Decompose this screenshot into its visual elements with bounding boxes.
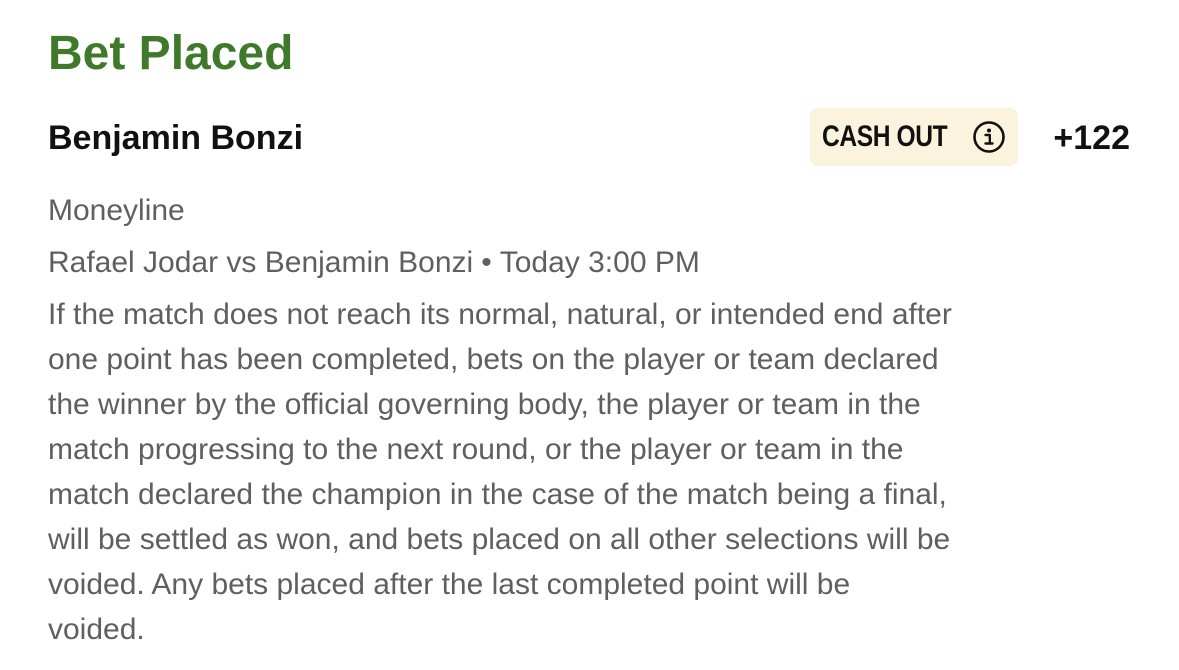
event-separator: • [481, 246, 492, 279]
rules-line: one point has been completed, bets on th… [48, 343, 939, 376]
rules-line: voided. Any bets placed after the last c… [48, 568, 851, 601]
selection-row: Benjamin Bonzi CASH OUT +122 [48, 108, 1130, 166]
rules-line: match progressing to the next round, or … [48, 433, 904, 466]
settlement-rules: If the match does not reach its normal, … [48, 292, 1148, 652]
event-info: Rafael Jodar vs Benjamin Bonzi • Today 3:0… [48, 245, 700, 281]
info-icon[interactable] [972, 120, 1006, 154]
bet-type: Moneyline [48, 194, 185, 227]
selection-name: Benjamin Bonzi [48, 119, 304, 157]
event-matchup: Rafael Jodar vs Benjamin Bonzi [48, 246, 474, 279]
cash-out-label: CASH OUT [822, 120, 948, 153]
rules-line: the winner by the official governing bod… [48, 388, 921, 421]
rules-line: will be settled as won, and bets placed … [48, 523, 951, 556]
rules-line: voided. [48, 613, 145, 646]
rules-line: match declared the champion in the case … [48, 478, 947, 511]
odds-value: +122 [1053, 119, 1130, 157]
cash-out-button[interactable]: CASH OUT [810, 108, 1018, 166]
bet-status-title: Bet Placed [48, 27, 294, 80]
event-time: Today 3:00 PM [499, 246, 700, 279]
rules-line: If the match does not reach its normal, … [48, 298, 952, 331]
